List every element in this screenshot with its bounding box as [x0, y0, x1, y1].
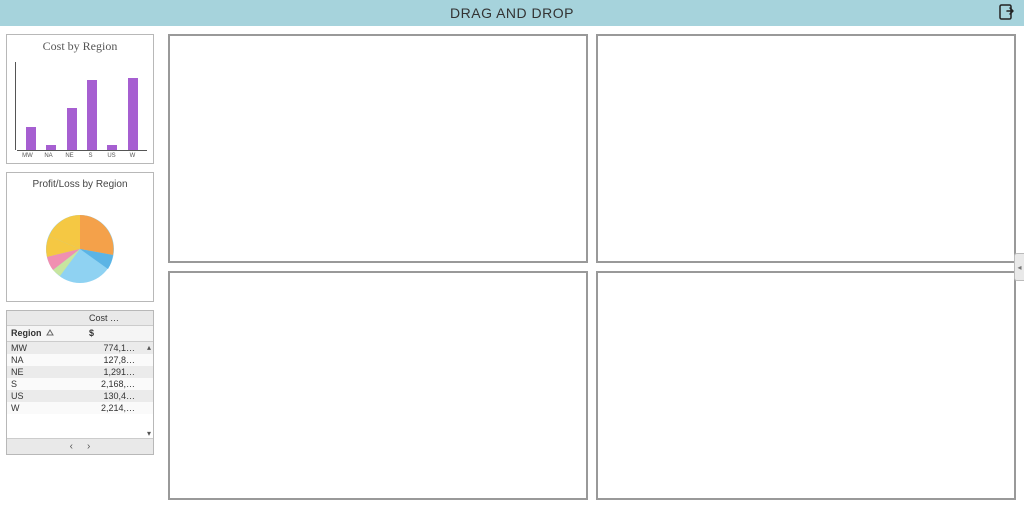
table-subheader: Region $ [7, 326, 153, 342]
table-row[interactable]: W2,214,… [7, 402, 153, 414]
table-row[interactable]: MW774,1… [7, 342, 153, 354]
bar-chart-icon [17, 62, 147, 151]
drop-zone-3[interactable] [168, 271, 588, 500]
sort-asc-icon[interactable] [46, 329, 54, 339]
bar-label: MW [17, 153, 38, 159]
export-icon[interactable] [998, 3, 1016, 26]
col-currency[interactable]: $ [85, 326, 153, 341]
scroll-down-icon[interactable]: ▾ [147, 429, 151, 438]
drop-row-top [168, 34, 1016, 263]
chevron-right-icon[interactable]: › [87, 441, 90, 452]
table-row[interactable]: NE1,291… [7, 366, 153, 378]
table-row[interactable]: NA127,8… [7, 354, 153, 366]
header-title: DRAG AND DROP [0, 5, 1024, 21]
bar-label: W [122, 153, 143, 159]
thumb-title: Cost by Region [7, 35, 153, 58]
col-region[interactable]: Region [7, 326, 85, 341]
drop-zone-4[interactable] [596, 271, 1016, 500]
col-cost[interactable]: Cost … [85, 311, 153, 325]
drop-zone-2[interactable] [596, 34, 1016, 263]
bar-label: NE [59, 153, 80, 159]
thumbnail-table[interactable]: Cost … Region $ MW774,1… NA127,8… NE1,29… [6, 310, 154, 455]
bar-label: US [101, 153, 122, 159]
bar-label: NA [38, 153, 59, 159]
bar-ne [67, 108, 77, 150]
chevron-left-icon[interactable]: ‹ [70, 441, 73, 452]
table-row[interactable]: S2,168,… [7, 378, 153, 390]
bar-labels: MW NA NE S US W [7, 151, 147, 163]
thumb-title: Profit/Loss by Region [7, 173, 153, 196]
scroll-up-icon[interactable]: ▴ [147, 343, 151, 352]
drop-zone-1[interactable] [168, 34, 588, 263]
bar-mw [26, 127, 36, 150]
bar-s [87, 80, 97, 150]
content: Cost by Region MW NA NE S US W Profit/Lo… [0, 26, 1024, 508]
bar-label: S [80, 153, 101, 159]
expand-handle-icon[interactable]: ◂ [1014, 253, 1024, 281]
thumbnail-cost-by-region[interactable]: Cost by Region MW NA NE S US W [6, 34, 154, 164]
sidebar: Cost by Region MW NA NE S US W Profit/Lo… [0, 26, 160, 508]
table-header: Cost … [7, 311, 153, 326]
thumbnail-profit-loss[interactable]: Profit/Loss by Region [6, 172, 154, 302]
table-row[interactable]: US130,4… [7, 390, 153, 402]
table-pager: ‹ › [7, 438, 153, 454]
drop-row-bottom [168, 271, 1016, 500]
main-area: ◂ [160, 26, 1024, 508]
pie-chart-icon [7, 196, 153, 301]
bar-na [46, 145, 56, 150]
bar-w [128, 78, 138, 150]
bar-us [107, 145, 117, 150]
header-bar: DRAG AND DROP [0, 0, 1024, 26]
table-body: MW774,1… NA127,8… NE1,291… S2,168,… US13… [7, 342, 153, 438]
